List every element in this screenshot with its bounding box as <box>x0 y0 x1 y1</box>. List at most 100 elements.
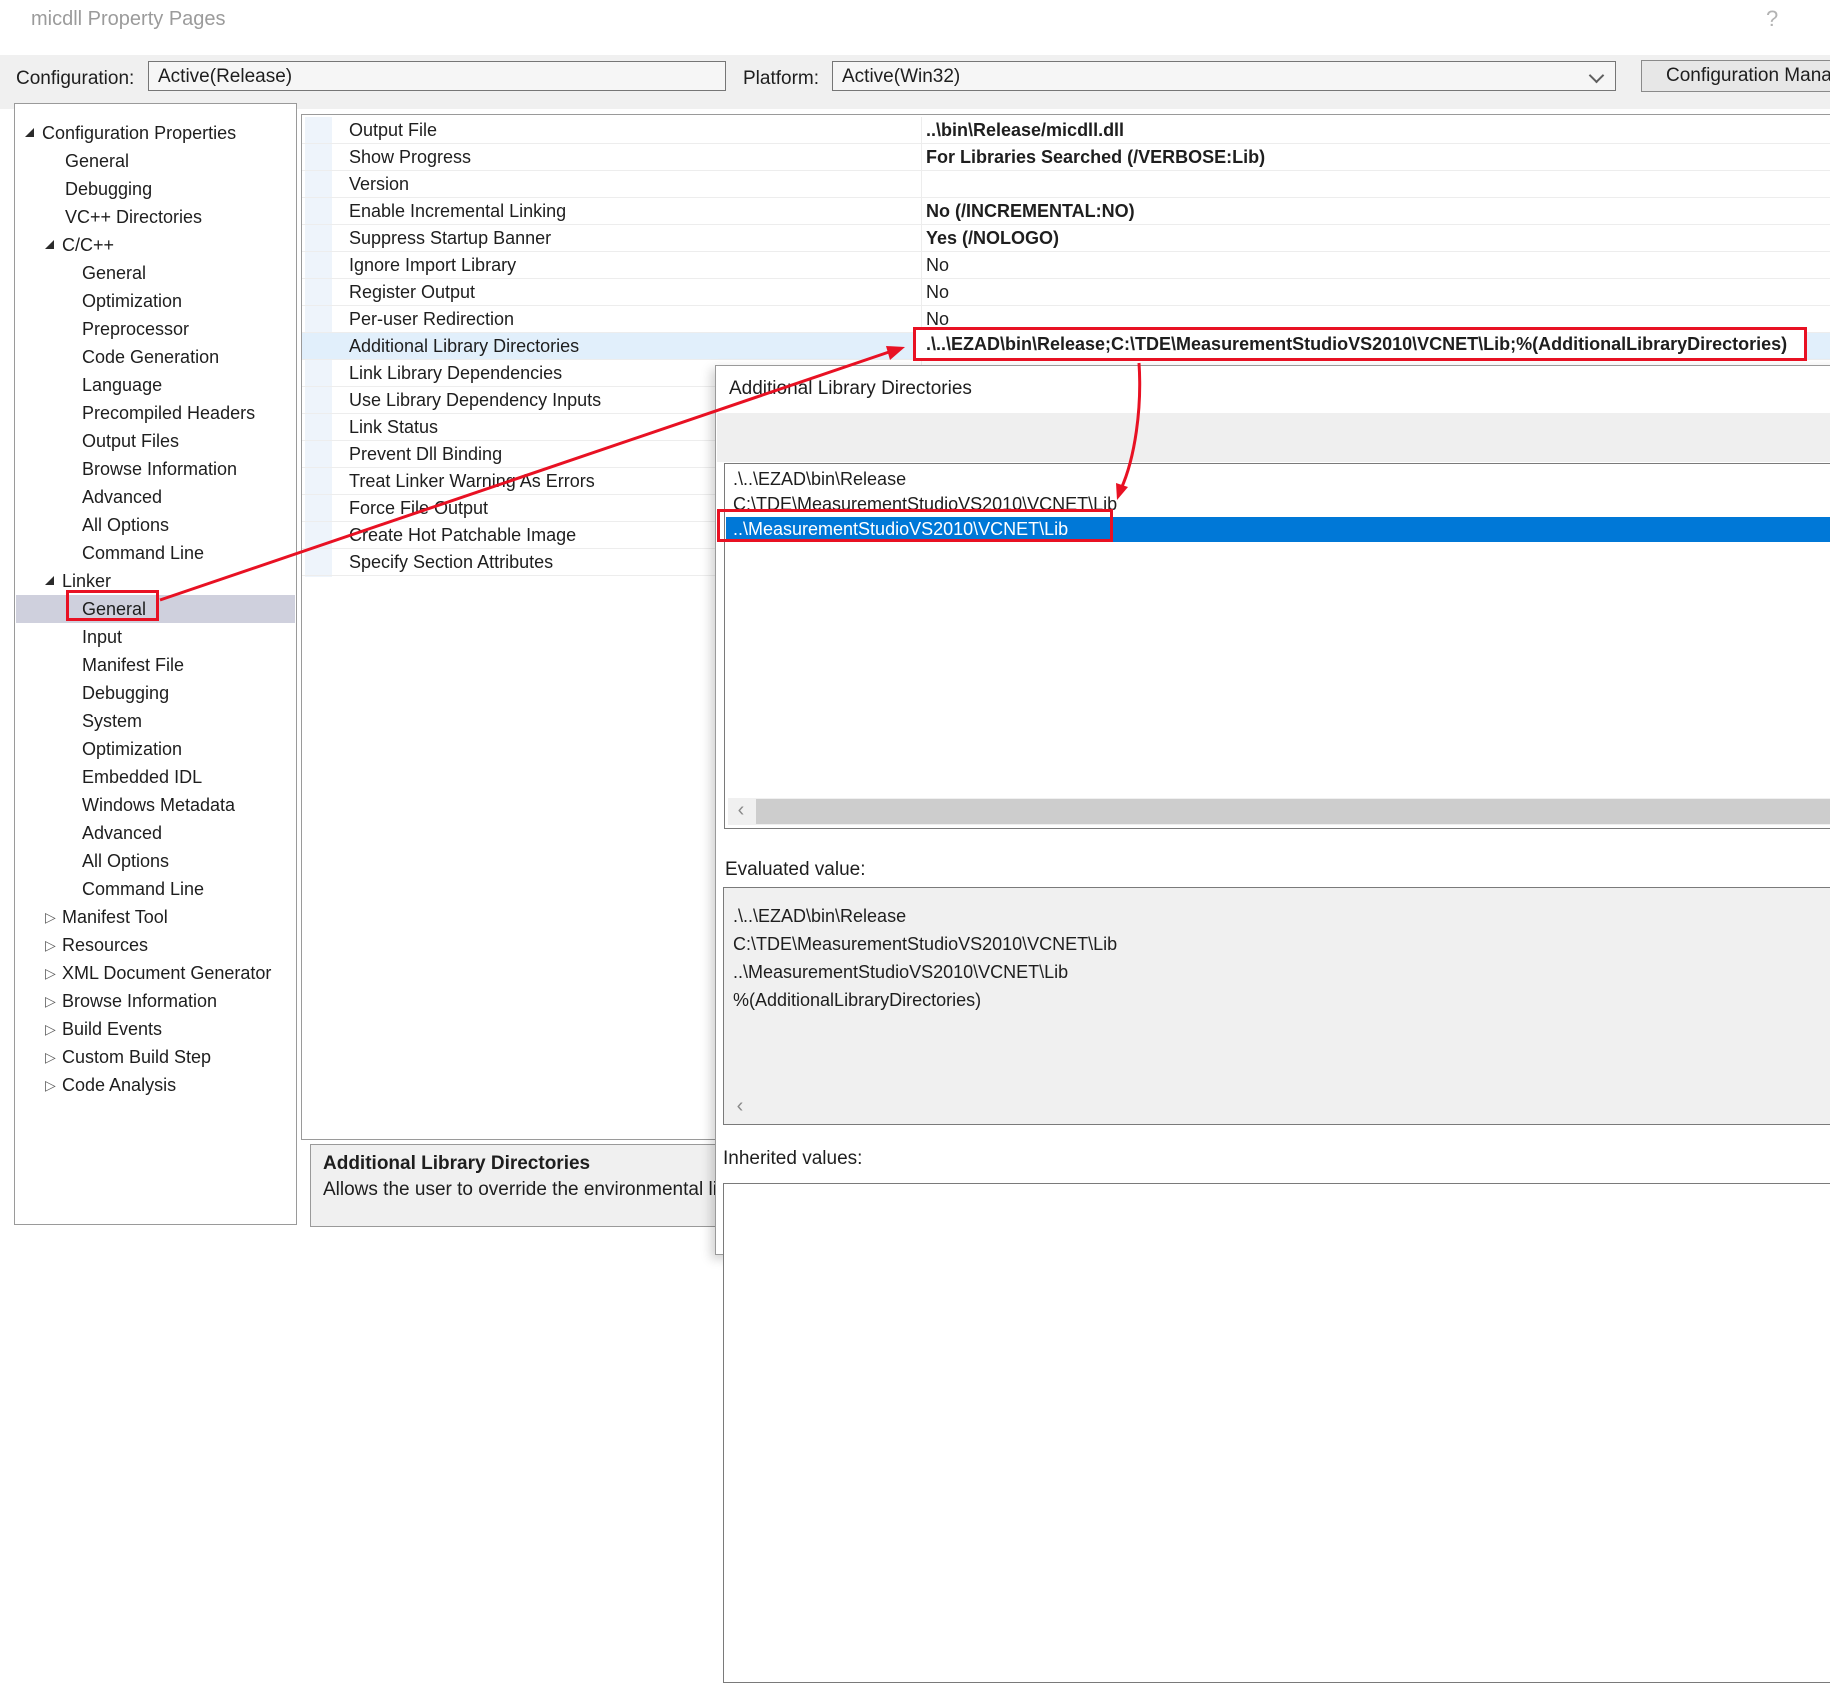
tree-item-advanced[interactable]: Advanced <box>16 483 295 511</box>
collapsed-arrow-icon[interactable]: ▷ <box>45 931 56 959</box>
platform-dropdown-value: Active(Win32) <box>842 66 960 87</box>
property-name: Enable Incremental Linking <box>349 198 566 224</box>
tree-item-optimization[interactable]: Optimization <box>16 287 295 315</box>
platform-dropdown[interactable]: Active(Win32) <box>832 61 1616 91</box>
tree-item-label: Resources <box>62 931 148 959</box>
tree-item-output-files[interactable]: Output Files <box>16 427 295 455</box>
tree-item-debugging[interactable]: Debugging <box>16 175 295 203</box>
property-row-version[interactable]: Version <box>302 171 1830 198</box>
property-name: Output File <box>349 117 437 143</box>
tree-item-label: Configuration Properties <box>42 119 236 147</box>
inherited-values-box[interactable] <box>723 1183 1830 1683</box>
tree-item-label: Custom Build Step <box>62 1043 211 1071</box>
tree-item-label: Optimization <box>82 287 182 315</box>
tree-item-configuration-properties[interactable]: Configuration Properties <box>16 119 295 147</box>
tree-item-label: Language <box>82 371 162 399</box>
tree-item-label: Debugging <box>65 175 152 203</box>
tree-item-input[interactable]: Input <box>16 623 295 651</box>
tree-item-debugging[interactable]: Debugging <box>16 679 295 707</box>
expanded-arrow-icon[interactable] <box>45 576 54 585</box>
tree-item-custom-build-step[interactable]: ▷Custom Build Step <box>16 1043 295 1071</box>
tree-item-advanced[interactable]: Advanced <box>16 819 295 847</box>
property-name: Link Status <box>349 414 438 440</box>
collapsed-arrow-icon[interactable]: ▷ <box>45 1071 56 1099</box>
chevron-down-icon <box>1589 68 1605 84</box>
scroll-left-icon[interactable]: ‹ <box>727 1094 753 1121</box>
tree-item-code-generation[interactable]: Code Generation <box>16 343 295 371</box>
property-row-show-progress[interactable]: Show ProgressFor Libraries Searched (/VE… <box>302 144 1830 171</box>
tree-item-windows-metadata[interactable]: Windows Metadata <box>16 791 295 819</box>
tree-item-language[interactable]: Language <box>16 371 295 399</box>
tree-item-command-line[interactable]: Command Line <box>16 539 295 567</box>
tree-item-label: Manifest Tool <box>62 903 168 931</box>
collapsed-arrow-icon[interactable]: ▷ <box>45 959 56 987</box>
collapsed-arrow-icon[interactable]: ▷ <box>45 903 56 931</box>
tree-item-label: Debugging <box>82 679 169 707</box>
property-row-register-output[interactable]: Register Output No <box>302 279 1830 306</box>
expanded-arrow-icon[interactable] <box>45 240 54 249</box>
property-value[interactable]: No <box>926 252 949 278</box>
tree-item-label: All Options <box>82 511 169 539</box>
tree-item-label: Browse Information <box>82 455 237 483</box>
property-value[interactable]: Yes (/NOLOGO) <box>926 225 1059 251</box>
tree-item-command-line[interactable]: Command Line <box>16 875 295 903</box>
tree-item-system[interactable]: System <box>16 707 295 735</box>
property-row-enable-incremental-linking[interactable]: Enable Incremental Linking No (/INCREMENT… <box>302 198 1830 225</box>
evaluated-value-label: Evaluated value: <box>725 859 866 881</box>
tree-item-general[interactable]: General <box>16 259 295 287</box>
annotation-box-property-value: .\..\EZAD\bin\Release;C:\TDE\Measurement… <box>913 327 1807 361</box>
expanded-arrow-icon[interactable] <box>25 128 34 137</box>
property-name: Treat Linker Warning As Errors <box>349 468 595 494</box>
tree-item-code-analysis[interactable]: ▷Code Analysis <box>16 1071 295 1099</box>
tree-item-label: Command Line <box>82 875 204 903</box>
tree-item-resources[interactable]: ▷Resources <box>16 931 295 959</box>
help-icon[interactable]: ? <box>1766 6 1778 32</box>
horizontal-scrollbar[interactable]: ‹ <box>728 798 1830 825</box>
tree-item-label: System <box>82 707 142 735</box>
tree-item-label: All Options <box>82 847 169 875</box>
configuration-manager-button[interactable]: Configuration Manager... <box>1641 60 1830 92</box>
directory-list-item[interactable]: .\..\EZAD\bin\Release <box>726 467 1830 492</box>
property-row-output-file[interactable]: Output File ..\bin\Release/micdll.dll <box>302 117 1830 144</box>
property-row-ignore-import-library[interactable]: Ignore Import LibraryNo <box>302 252 1830 279</box>
tree-item-browse-information[interactable]: Browse Information <box>16 455 295 483</box>
property-name: Version <box>349 171 409 197</box>
configuration-tree: Configuration PropertiesGeneralDebugging… <box>14 103 297 1225</box>
collapsed-arrow-icon[interactable]: ▷ <box>45 1015 56 1043</box>
property-name: Register Output <box>349 279 475 305</box>
inherited-values-label: Inherited values: <box>723 1148 862 1170</box>
scrollbar-thumb[interactable] <box>756 799 1830 824</box>
additional-library-directories-dialog: Additional Library Directories .\..\EZAD… <box>715 365 1830 1255</box>
evaluated-value-box: .\..\EZAD\bin\ReleaseC:\TDE\MeasurementS… <box>723 887 1830 1125</box>
tree-item-manifest-tool[interactable]: ▷Manifest Tool <box>16 903 295 931</box>
tree-item-label: Code Generation <box>82 343 219 371</box>
tree-item-embedded-idl[interactable]: Embedded IDL <box>16 763 295 791</box>
horizontal-scrollbar[interactable]: ‹ <box>727 1094 1830 1121</box>
tree-item-c-c[interactable]: C/C++ <box>16 231 295 259</box>
property-name: Additional Library Directories <box>349 333 579 359</box>
tree-item-preprocessor[interactable]: Preprocessor <box>16 315 295 343</box>
tree-item-browse-information[interactable]: ▷Browse Information <box>16 987 295 1015</box>
tree-item-label: Browse Information <box>62 987 217 1015</box>
configuration-dropdown[interactable]: Active(Release) <box>148 61 726 91</box>
additional-library-directories-value[interactable]: .\..\EZAD\bin\Release;C:\TDE\Measurement… <box>926 330 1787 358</box>
property-value[interactable]: ..\bin\Release/micdll.dll <box>926 117 1124 143</box>
collapsed-arrow-icon[interactable]: ▷ <box>45 987 56 1015</box>
scroll-left-icon[interactable]: ‹ <box>728 798 754 825</box>
property-name: Create Hot Patchable Image <box>349 522 576 548</box>
tree-item-vc-directories[interactable]: VC++ Directories <box>16 203 295 231</box>
property-value[interactable]: No <box>926 279 949 305</box>
property-value[interactable]: No (/INCREMENTAL:NO) <box>926 198 1135 224</box>
tree-item-xml-document-generator[interactable]: ▷XML Document Generator <box>16 959 295 987</box>
property-row-suppress-startup-banner[interactable]: Suppress Startup BannerYes (/NOLOGO) <box>302 225 1830 252</box>
tree-item-all-options[interactable]: All Options <box>16 511 295 539</box>
tree-item-all-options[interactable]: All Options <box>16 847 295 875</box>
tree-item-optimization[interactable]: Optimization <box>16 735 295 763</box>
tree-item-precompiled-headers[interactable]: Precompiled Headers <box>16 399 295 427</box>
tree-item-build-events[interactable]: ▷Build Events <box>16 1015 295 1043</box>
property-value[interactable]: For Libraries Searched (/VERBOSE:Lib) <box>926 144 1265 170</box>
tree-item-general[interactable]: General <box>16 147 295 175</box>
tree-item-label: Code Analysis <box>62 1071 176 1099</box>
collapsed-arrow-icon[interactable]: ▷ <box>45 1043 56 1071</box>
tree-item-manifest-file[interactable]: Manifest File <box>16 651 295 679</box>
